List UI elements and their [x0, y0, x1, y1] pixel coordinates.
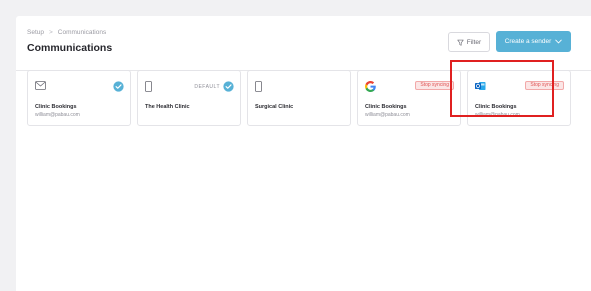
verified-check-icon [113, 81, 124, 92]
default-label: DEFAULT [194, 84, 220, 90]
filter-label: Filter [466, 38, 482, 46]
sender-card-outlook[interactable]: Stop syncing Clinic Bookings william@pab… [467, 70, 571, 126]
breadcrumb-setup-link[interactable]: Setup [27, 29, 44, 36]
mobile-icon [255, 81, 262, 92]
breadcrumb-current: Communications [57, 29, 107, 36]
stop-syncing-button[interactable]: Stop syncing [525, 81, 564, 90]
funnel-icon [457, 39, 464, 46]
create-sender-button[interactable]: Create a sender [496, 31, 571, 52]
card-email: william@pabau.com [35, 112, 80, 118]
card-title: Surgical Clinic [255, 104, 294, 110]
card-title: The Health Clinic [145, 104, 190, 110]
sender-card-google[interactable]: Stop syncing Clinic Bookings william@pab… [357, 70, 461, 126]
breadcrumb-separator: > [49, 29, 53, 36]
sender-card-surgical-clinic[interactable]: Surgical Clinic [247, 70, 351, 126]
main-panel: Setup > Communications Communications Fi… [16, 16, 591, 291]
card-email: william@pabau.com [365, 112, 410, 118]
filter-button[interactable]: Filter [448, 32, 490, 52]
outlook-icon [475, 82, 486, 90]
chevron-down-icon [555, 39, 563, 44]
card-title: Clinic Bookings [35, 104, 77, 110]
create-sender-label: Create a sender [504, 38, 552, 45]
page-title: Communications [27, 42, 113, 54]
card-title: Clinic Bookings [365, 104, 407, 110]
verified-check-icon [223, 81, 234, 92]
card-title: Clinic Bookings [475, 104, 517, 110]
envelope-icon [35, 81, 46, 90]
sender-card-health-clinic[interactable]: DEFAULT The Health Clinic [137, 70, 241, 126]
breadcrumb: Setup > Communications [27, 29, 106, 36]
sender-card-email[interactable]: Clinic Bookings william@pabau.com [27, 70, 131, 126]
mobile-icon [145, 81, 152, 92]
google-icon [365, 81, 376, 92]
stop-syncing-button[interactable]: Stop syncing [415, 81, 454, 90]
card-email: william@pabau.com [475, 112, 520, 118]
